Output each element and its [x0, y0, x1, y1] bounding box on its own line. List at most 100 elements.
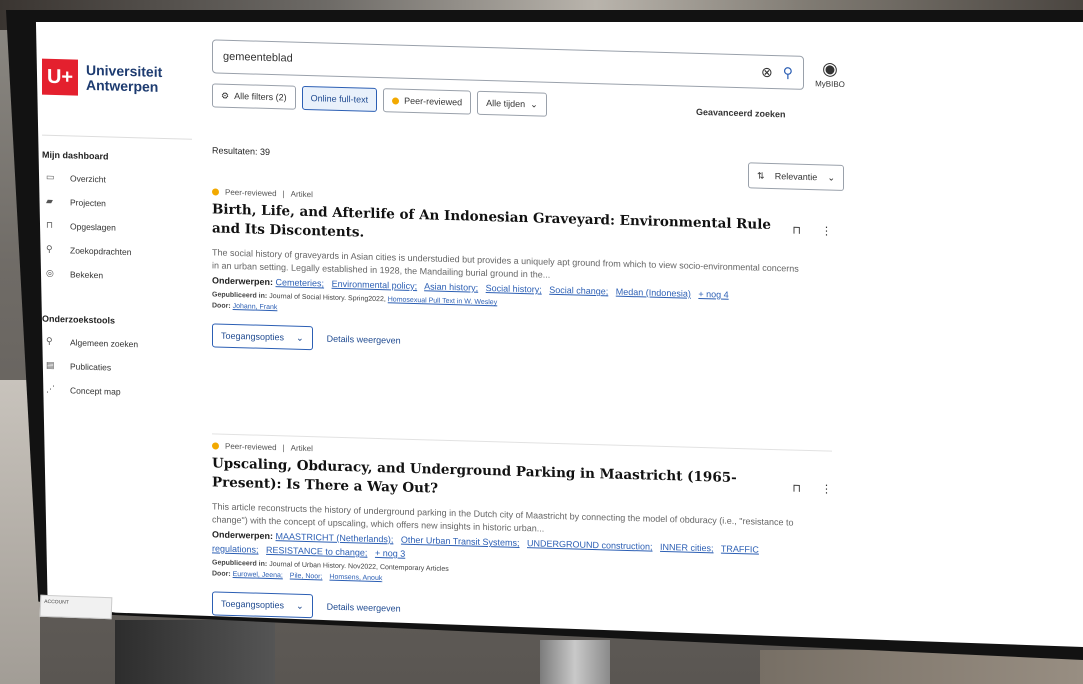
sidebar-item-overview[interactable]: ▭ Overzicht [46, 172, 192, 187]
filter-bar: ⚙ Alle filters (2) Online full-text Peer… [212, 83, 547, 117]
fulltext-label: Online full-text [310, 93, 369, 105]
access-options-button[interactable]: Toegangsopties ⌄ [212, 591, 313, 619]
more-subjects-link[interactable]: + nog 4 [698, 289, 728, 300]
web-page: U+ Universiteit Antwerpen gemeenteblad ⊗… [36, 22, 1083, 647]
subjects-label: Onderwerpen: [212, 529, 274, 542]
result-type: Artikel [290, 189, 313, 200]
published-label: Gepubliceerd in: [212, 291, 268, 300]
search-icon[interactable]: ⚲ [783, 64, 793, 81]
sidebar-item-label: Bekeken [70, 268, 104, 280]
result-type: Artikel [290, 443, 313, 454]
search-value: gemeenteblad [223, 50, 293, 65]
by-label: Door: [212, 302, 231, 310]
more-subjects-link[interactable]: + nog 3 [375, 548, 405, 559]
subject-link[interactable]: UNDERGROUND construction; [527, 538, 653, 552]
university-logo[interactable]: U+ Universiteit Antwerpen [42, 58, 162, 98]
sidebar-item-label: Overzicht [70, 172, 106, 184]
peer-reviewed-dot-icon [212, 442, 219, 450]
bookmark-icon[interactable]: ⊓ [792, 224, 801, 237]
sidebar: Mijn dashboard ▭ Overzicht ▰ Projecten ⊓… [42, 134, 192, 412]
tools-heading: Onderzoekstools [42, 313, 116, 326]
sort-icon: ⇅ [757, 170, 765, 181]
more-options-icon[interactable]: ⋮ [821, 224, 832, 237]
logo-line-2: Antwerpen [86, 76, 159, 95]
sidebar-item-publications[interactable]: ▤ Publicaties [46, 360, 192, 375]
show-details-link[interactable]: Details weergeven [327, 334, 401, 346]
monitor-stand [540, 640, 610, 684]
chevron-down-icon: ⌄ [296, 332, 304, 343]
subject-link[interactable]: INNER cities; [660, 542, 714, 553]
author-link[interactable]: Pile, Noor; [290, 573, 323, 581]
account-button[interactable]: ◉ MyBIBO [810, 58, 850, 89]
document-icon: ▤ [46, 359, 55, 370]
published-link[interactable]: Homosexual Pull Text in W. Wesley [388, 296, 497, 306]
bookmark-icon[interactable]: ⊓ [792, 482, 801, 495]
author-link[interactable]: Eurowel, Jeena; [233, 571, 283, 579]
search-input[interactable]: gemeenteblad ⊗ ⚲ [212, 39, 804, 90]
subject-link[interactable]: MAASTRICHT (Netherlands); [276, 531, 394, 544]
all-filters-button[interactable]: ⚙ Alle filters (2) [212, 83, 296, 110]
peer-reviewed-badge: Peer-reviewed [225, 441, 277, 453]
grid-icon: ▭ [46, 171, 55, 182]
desk-object [115, 620, 275, 684]
access-options-label: Toegangsopties [221, 598, 285, 611]
subject-link[interactable]: Social change; [549, 285, 608, 297]
subject-link[interactable]: Asian history; [424, 281, 478, 293]
sidebar-item-searches[interactable]: ⚲ Zoekopdrachten [46, 244, 192, 259]
sidebar-item-concept-map[interactable]: ⋰ Concept map [46, 384, 192, 399]
published-label: Gepubliceerd in: [212, 559, 268, 568]
monitor-screen: U+ Universiteit Antwerpen gemeenteblad ⊗… [35, 22, 1083, 647]
sidebar-divider [42, 134, 192, 140]
sidebar-item-viewed[interactable]: ◎ Bekeken [46, 268, 192, 283]
subject-link[interactable]: Other Urban Transit Systems; [401, 535, 520, 548]
author-link[interactable]: Homsens, Anouk [329, 574, 382, 582]
logo-mark: U+ [42, 58, 78, 96]
sidebar-item-label: Algemeen zoeken [70, 336, 139, 349]
logo-text: Universiteit Antwerpen [86, 62, 162, 95]
search-icon: ⚲ [46, 335, 53, 346]
sort-label: Relevantie [774, 171, 818, 183]
time-filter-dropdown[interactable]: Alle tijden ⌄ [477, 90, 547, 117]
search-icon: ⚲ [46, 243, 53, 254]
access-options-label: Toegangsopties [221, 330, 285, 343]
result-actions: ⊓ ⋮ [792, 224, 832, 238]
subject-link[interactable]: Social history; [486, 283, 542, 295]
more-options-icon[interactable]: ⋮ [821, 482, 832, 495]
meta-separator: | [282, 443, 285, 453]
map-icon: ⋰ [46, 383, 55, 394]
subject-link[interactable]: RESISTANCE to change; [266, 545, 367, 558]
subject-link[interactable]: Cemeteries; [276, 277, 325, 288]
sidebar-item-label: Publicaties [70, 360, 112, 373]
sidebar-item-label: Projecten [70, 196, 106, 208]
sidebar-item-label: Zoekopdrachten [70, 244, 132, 257]
chevron-down-icon: ⌄ [827, 172, 835, 183]
dashboard-heading: Mijn dashboard [42, 149, 109, 162]
author-link[interactable]: Johann, Frank [233, 303, 278, 311]
peer-reviewed-dot-icon [392, 96, 400, 105]
clear-icon[interactable]: ⊗ [761, 63, 773, 80]
advanced-search-link[interactable]: Geavanceerd zoeken [696, 107, 786, 120]
sort-dropdown[interactable]: ⇅ Relevantie ⌄ [748, 162, 844, 192]
result-action-row: Toegangsopties ⌄ Details weergeven [212, 591, 832, 632]
fulltext-filter-chip[interactable]: Online full-text [301, 85, 378, 112]
sidebar-item-saved[interactable]: ⊓ Opgeslagen [46, 220, 192, 235]
sidebar-item-label: Opgeslagen [70, 220, 116, 233]
sidebar-item-projects[interactable]: ▰ Projecten [46, 196, 192, 211]
sidebar-item-general-search[interactable]: ⚲ Algemeen zoeken [46, 336, 192, 351]
published-source: Journal of Social History. Spring2022, [269, 292, 386, 304]
taskbar-item[interactable]: ACCOUNT [39, 594, 113, 620]
access-options-button[interactable]: Toegangsopties ⌄ [212, 323, 313, 351]
filter-icon: ⚙ [221, 90, 230, 101]
peer-reviewed-dot-icon [212, 188, 219, 196]
subject-link[interactable]: Environmental policy; [332, 279, 418, 291]
published-source: Journal of Urban History. Nov2022, Conte… [269, 560, 449, 573]
subject-link[interactable]: Medan (Indonesia) [616, 287, 691, 299]
peer-reviewed-filter-chip[interactable]: Peer-reviewed [383, 88, 472, 115]
show-details-link[interactable]: Details weergeven [327, 602, 401, 614]
result-card: Peer-reviewed | Artikel ⊓ ⋮ Upscaling, O… [212, 441, 832, 632]
peer-reviewed-badge: Peer-reviewed [225, 187, 277, 199]
account-label: MyBIBO [815, 79, 845, 90]
eye-icon: ◎ [46, 267, 54, 278]
meta-separator: | [282, 189, 285, 199]
